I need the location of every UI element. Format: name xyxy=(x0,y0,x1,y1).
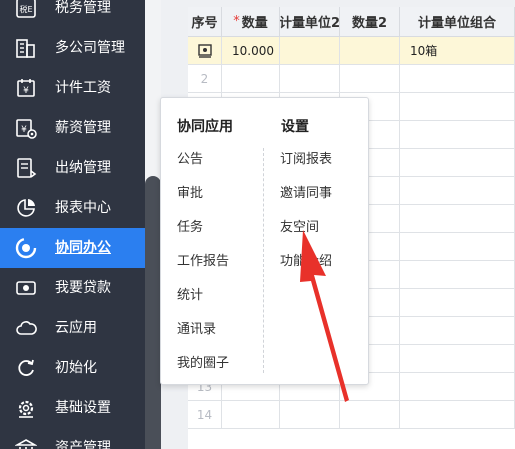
sidebar-item[interactable]: 协同办公 xyxy=(0,228,145,268)
sidebar-item-label: 计件工资 xyxy=(55,80,111,96)
table-row[interactable]: 10.000 10箱 xyxy=(188,37,515,65)
collaboration-dropdown-menu: 协同应用 设置 公告审批任务工作报告统计通讯录我的圈子 订阅报表邀请同事友空间功… xyxy=(160,97,369,385)
svg-text:¥: ¥ xyxy=(23,86,29,96)
collab-menu-item[interactable]: 任务 xyxy=(177,216,203,235)
table-cell[interactable] xyxy=(280,65,340,93)
settings-icon xyxy=(14,396,38,420)
menu-divider xyxy=(263,148,264,373)
collab-apps-title: 协同应用 xyxy=(177,119,233,135)
table-cell[interactable] xyxy=(400,233,515,261)
table-cell[interactable]: 10箱 xyxy=(400,37,515,65)
sidebar-item[interactable]: 资产管理 xyxy=(0,428,145,449)
table-cell[interactable] xyxy=(400,177,515,205)
table-cell[interactable] xyxy=(400,205,515,233)
row-edit-icon[interactable] xyxy=(197,43,212,58)
table-cell[interactable] xyxy=(400,261,515,289)
sidebar-item[interactable]: 云应用 xyxy=(0,308,145,348)
table-header-label: 计量单位组合 xyxy=(417,16,496,31)
sidebar-item[interactable]: 我要贷款 xyxy=(0,268,145,308)
sidebar-item[interactable]: 初始化 xyxy=(0,348,145,388)
sidebar: 税E 税务管理多公司管理 ¥ 计件工资 ¥ 薪资管理出纳管理报表中心协同办公我要贷款云应用… xyxy=(0,0,145,449)
svg-text:¥: ¥ xyxy=(21,125,27,135)
table-header: 计量单位2 xyxy=(280,7,340,37)
row-number-cell: 14 xyxy=(188,401,222,429)
sidebar-item-label: 基础设置 xyxy=(55,400,111,416)
sidebar-item-label: 报表中心 xyxy=(55,200,111,216)
table-header: 计量单位组合 xyxy=(400,7,515,37)
multi-company-icon xyxy=(14,36,38,60)
collab-menu-item[interactable]: 我的圈子 xyxy=(177,352,229,371)
table-header-label: 序号 xyxy=(191,16,218,31)
table-cell[interactable] xyxy=(222,401,280,429)
table-cell[interactable] xyxy=(400,289,515,317)
settings-menu-item[interactable]: 功能介绍 xyxy=(280,250,332,269)
sidebar-item[interactable]: ¥ 薪资管理 xyxy=(0,108,145,148)
asset-icon xyxy=(14,436,38,449)
sidebar-item[interactable]: 多公司管理 xyxy=(0,28,145,68)
sidebar-item[interactable]: ¥ 计件工资 xyxy=(0,68,145,108)
table-header-label: 数量2 xyxy=(351,16,388,31)
sidebar-item-label: 云应用 xyxy=(55,320,97,336)
table-cell[interactable] xyxy=(400,93,515,121)
sidebar-item[interactable]: 报表中心 xyxy=(0,188,145,228)
table-cell[interactable] xyxy=(400,149,515,177)
settings-menu-item[interactable]: 订阅报表 xyxy=(280,148,332,167)
sidebar-item-label: 协同办公 xyxy=(55,240,111,256)
sidebar-item[interactable]: 出纳管理 xyxy=(0,148,145,188)
table-cell[interactable]: 10.000 xyxy=(222,37,280,65)
table-cell[interactable] xyxy=(400,121,515,149)
table-cell[interactable] xyxy=(280,37,340,65)
loan-icon xyxy=(14,276,38,300)
table-cell[interactable] xyxy=(400,345,515,373)
table-cell[interactable] xyxy=(400,401,515,429)
collab-menu-item[interactable]: 公告 xyxy=(177,148,203,167)
table-cell[interactable] xyxy=(400,373,515,401)
cashier-icon xyxy=(14,156,38,180)
sidebar-item-label: 出纳管理 xyxy=(55,160,111,176)
tax-icon: 税E xyxy=(14,0,38,20)
table-row[interactable]: 14 xyxy=(188,401,515,429)
table-cell[interactable] xyxy=(400,317,515,345)
table-header: 序号 xyxy=(188,7,222,37)
table-header: 数量2 xyxy=(340,7,400,37)
sidebar-item-label: 初始化 xyxy=(55,360,97,376)
settings-title: 设置 xyxy=(281,119,309,135)
collab-menu-item[interactable]: 审批 xyxy=(177,182,203,201)
table-header-label: 数量 xyxy=(241,16,268,31)
table-header: * 数量 xyxy=(222,7,280,37)
collaboration-icon xyxy=(14,236,38,260)
sidebar-item-label: 薪资管理 xyxy=(55,120,111,136)
report-pie-icon xyxy=(14,196,38,220)
required-mark: * xyxy=(233,14,240,29)
sidebar-item-label: 资产管理 xyxy=(55,440,111,449)
sidebar-item-label: 税务管理 xyxy=(55,0,111,16)
initialize-icon xyxy=(14,356,38,380)
table-cell[interactable] xyxy=(400,65,515,93)
table-cell[interactable] xyxy=(340,37,400,65)
row-number-cell: 2 xyxy=(188,65,222,93)
table-cell[interactable] xyxy=(280,401,340,429)
table-cell[interactable] xyxy=(340,401,400,429)
svg-text:税E: 税E xyxy=(19,4,32,14)
sidebar-item[interactable]: 基础设置 xyxy=(0,388,145,428)
sidebar-item-label: 多公司管理 xyxy=(55,40,125,56)
cloud-icon xyxy=(14,316,38,340)
row-number-cell xyxy=(188,37,222,65)
collab-menu-item[interactable]: 工作报告 xyxy=(177,250,229,269)
settings-menu-item[interactable]: 友空间 xyxy=(280,216,319,235)
table-header-label: 计量单位2 xyxy=(280,16,340,31)
sidebar-item-label: 我要贷款 xyxy=(55,280,111,296)
table-row[interactable]: 2 xyxy=(188,65,515,93)
collab-menu-item[interactable]: 通讯录 xyxy=(177,318,216,337)
sidebar-scrollbar-thumb[interactable] xyxy=(145,176,161,449)
table-cell[interactable] xyxy=(340,65,400,93)
sidebar-item[interactable]: 税E 税务管理 xyxy=(0,0,145,28)
collab-menu-item[interactable]: 统计 xyxy=(177,284,203,303)
settings-menu-item[interactable]: 邀请同事 xyxy=(280,182,332,201)
piecework-icon: ¥ xyxy=(14,76,38,100)
table-cell[interactable] xyxy=(222,65,280,93)
salary-icon: ¥ xyxy=(14,116,38,140)
